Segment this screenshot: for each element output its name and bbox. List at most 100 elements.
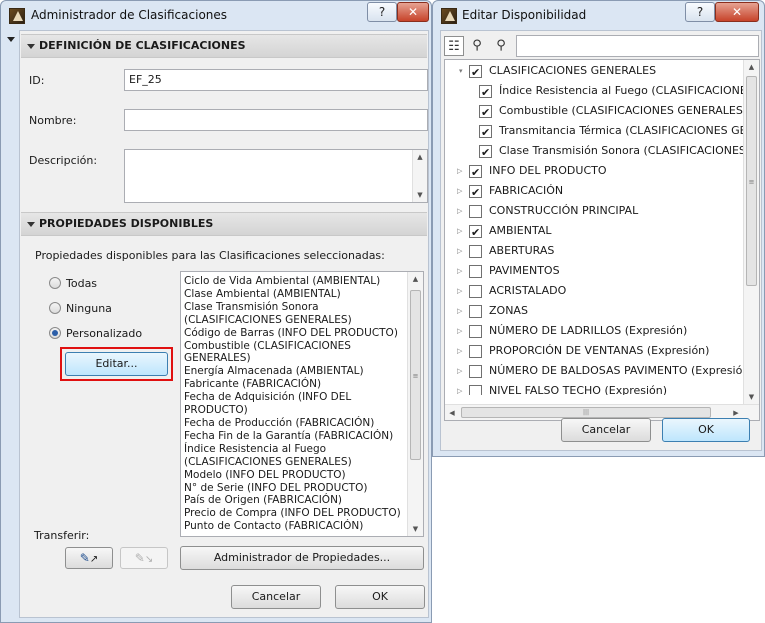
- checkbox[interactable]: [469, 325, 482, 338]
- checkbox[interactable]: [469, 205, 482, 218]
- checkbox[interactable]: [469, 265, 482, 278]
- ok-button[interactable]: OK: [335, 585, 425, 609]
- filter-icon[interactable]: ⚲: [467, 36, 487, 56]
- radio-ninguna[interactable]: [49, 302, 61, 314]
- checkbox[interactable]: [479, 123, 492, 141]
- checkbox[interactable]: [469, 63, 482, 81]
- checkbox[interactable]: [469, 245, 482, 258]
- list-item[interactable]: Precio de Compra (INFO DEL PRODUCTO): [184, 507, 403, 520]
- tree-row[interactable]: ▷ CONSTRUCCIÓN PRINCIPAL: [445, 201, 743, 221]
- list-item[interactable]: Fecha de Adquisición (INFO DEL: [184, 391, 403, 404]
- checkbox[interactable]: [469, 183, 482, 201]
- scroll-thumb[interactable]: ≡: [746, 76, 757, 286]
- cancel-button[interactable]: Cancelar: [561, 418, 651, 442]
- close-button[interactable]: ✕: [397, 2, 429, 22]
- properties-manager-button[interactable]: Administrador de Propiedades...: [180, 546, 424, 570]
- expand-toggle-icon[interactable]: ▷: [457, 301, 467, 321]
- name-field[interactable]: [124, 109, 428, 131]
- tree-row[interactable]: ▾ CLASIFICACIONES GENERALES: [445, 61, 743, 81]
- tree-row[interactable]: Clase Transmisión Sonora (CLASIFICACIONE…: [445, 141, 743, 161]
- checkbox[interactable]: [469, 285, 482, 298]
- tree-row[interactable]: ▷ NÚMERO DE LADRILLOS (Expresión): [445, 321, 743, 341]
- scroll-down-icon[interactable]: ▼: [408, 522, 423, 536]
- list-item[interactable]: Modelo (INFO DEL PRODUCTO): [184, 469, 403, 482]
- tree-row[interactable]: ▷ PAVIMENTOS: [445, 261, 743, 281]
- checkbox[interactable]: [479, 83, 492, 101]
- expand-toggle-icon[interactable]: ▷: [457, 361, 467, 381]
- expand-toggle-icon[interactable]: ▷: [457, 181, 467, 201]
- tree-row[interactable]: ▷ AMBIENTAL: [445, 221, 743, 241]
- tree-row[interactable]: Transmitancia Térmica (CLASIFICACIONES G…: [445, 121, 743, 141]
- tree-row[interactable]: ▷ NÚMERO DE BALDOSAS PAVIMENTO (Expresió…: [445, 361, 743, 381]
- help-button[interactable]: ?: [685, 2, 715, 22]
- property-list-scrollbar[interactable]: ▲ ≡ ▼: [407, 272, 423, 536]
- scroll-up-icon[interactable]: ▲: [744, 60, 759, 74]
- radio-personalizado-label[interactable]: Personalizado: [66, 327, 142, 340]
- scroll-up-icon[interactable]: ▲: [413, 150, 427, 164]
- close-button[interactable]: ✕: [715, 2, 759, 22]
- transfer-eyedropper-button[interactable]: ✎↗: [65, 547, 113, 569]
- definition-section-header[interactable]: DEFINICIÓN DE CLASIFICACIONES: [21, 34, 427, 58]
- list-item[interactable]: Energía Almacenada (AMBIENTAL): [184, 365, 403, 378]
- list-item[interactable]: Punto de Contacto (FABRICACIÓN): [184, 520, 403, 533]
- expand-toggle-icon[interactable]: ▷: [457, 221, 467, 241]
- scroll-down-icon[interactable]: ▼: [413, 188, 427, 202]
- checkbox[interactable]: [469, 163, 482, 181]
- list-item[interactable]: (CLASIFICACIONES GENERALES): [184, 314, 403, 327]
- radio-personalizado[interactable]: [49, 327, 61, 339]
- cancel-button[interactable]: Cancelar: [231, 585, 321, 609]
- transfer-syringe-button[interactable]: ✎↘: [120, 547, 168, 569]
- expand-toggle-icon[interactable]: ▷: [457, 241, 467, 261]
- search-input[interactable]: [516, 35, 759, 57]
- expand-toggle-icon[interactable]: ▷: [457, 281, 467, 301]
- available-properties-list[interactable]: Ciclo de Vida Ambiental (AMBIENTAL) Clas…: [180, 271, 424, 537]
- collapse-panel-icon[interactable]: [7, 37, 15, 42]
- list-item[interactable]: Fecha de Producción (FABRICACIÓN): [184, 417, 403, 430]
- description-scrollbar[interactable]: ▲ ▼: [412, 150, 427, 202]
- expand-toggle-icon[interactable]: ▷: [457, 381, 467, 395]
- tree-row[interactable]: Índice Resistencia al Fuego (CLASIFICACI…: [445, 81, 743, 101]
- list-item[interactable]: País de Origen (FABRICACIÓN): [184, 494, 403, 507]
- radio-todas-label[interactable]: Todas: [66, 277, 97, 290]
- tree-row[interactable]: ▷ PROPORCIÓN DE VENTANAS (Expresión): [445, 341, 743, 361]
- expand-toggle-icon[interactable]: ▷: [457, 161, 467, 181]
- checkbox[interactable]: [469, 365, 482, 378]
- list-item[interactable]: Combustible (CLASIFICACIONES: [184, 340, 403, 353]
- scroll-thumb[interactable]: ≡: [410, 290, 421, 460]
- checkbox[interactable]: [469, 305, 482, 318]
- list-item[interactable]: N° de Serie (INFO DEL PRODUCTO): [184, 482, 403, 495]
- tree-vertical-scrollbar[interactable]: ▲ ≡ ▼: [743, 60, 759, 404]
- scroll-thumb[interactable]: |||: [461, 407, 711, 418]
- tree-row[interactable]: ▷ FABRICACIÓN: [445, 181, 743, 201]
- list-item[interactable]: Fecha Fin de la Garantía (FABRICACIÓN): [184, 430, 403, 443]
- checkbox[interactable]: [469, 385, 482, 395]
- checkbox[interactable]: [479, 103, 492, 121]
- checkbox[interactable]: [469, 345, 482, 358]
- list-item[interactable]: Código de Barras (INFO DEL PRODUCTO): [184, 327, 403, 340]
- expand-toggle-icon[interactable]: ▷: [457, 201, 467, 221]
- list-item[interactable]: (CLASIFICACIONES GENERALES): [184, 456, 403, 469]
- scroll-up-icon[interactable]: ▲: [408, 272, 423, 286]
- list-item[interactable]: Fabricante (FABRICACIÓN): [184, 378, 403, 391]
- radio-todas[interactable]: [49, 277, 61, 289]
- description-field[interactable]: [124, 149, 428, 203]
- expand-toggle-icon[interactable]: ▷: [457, 321, 467, 341]
- scroll-left-icon[interactable]: ◀: [445, 405, 459, 420]
- edit-button[interactable]: Editar...: [65, 352, 168, 376]
- checkbox[interactable]: [479, 143, 492, 161]
- expand-toggle-icon[interactable]: ▷: [457, 261, 467, 281]
- tree-row[interactable]: ▷ NIVEL FALSO TECHO (Expresión): [445, 381, 743, 395]
- list-item[interactable]: Índice Resistencia al Fuego: [184, 443, 403, 456]
- radio-ninguna-label[interactable]: Ninguna: [66, 302, 112, 315]
- availability-tree[interactable]: ▾ CLASIFICACIONES GENERALES Índice Resis…: [444, 59, 760, 421]
- help-button[interactable]: ?: [367, 2, 397, 22]
- tree-row[interactable]: Combustible (CLASIFICACIONES GENERALES): [445, 101, 743, 121]
- tree-row[interactable]: ▷ ACRISTALADO: [445, 281, 743, 301]
- expand-toggle-icon[interactable]: ▾: [459, 61, 469, 81]
- list-view-icon[interactable]: ☷: [444, 36, 464, 56]
- tree-row[interactable]: ▷ INFO DEL PRODUCTO: [445, 161, 743, 181]
- scroll-down-icon[interactable]: ▼: [744, 390, 759, 404]
- list-item[interactable]: PRODUCTO): [184, 404, 403, 417]
- list-item[interactable]: GENERALES): [184, 352, 403, 365]
- properties-section-header[interactable]: PROPIEDADES DISPONIBLES: [21, 212, 427, 236]
